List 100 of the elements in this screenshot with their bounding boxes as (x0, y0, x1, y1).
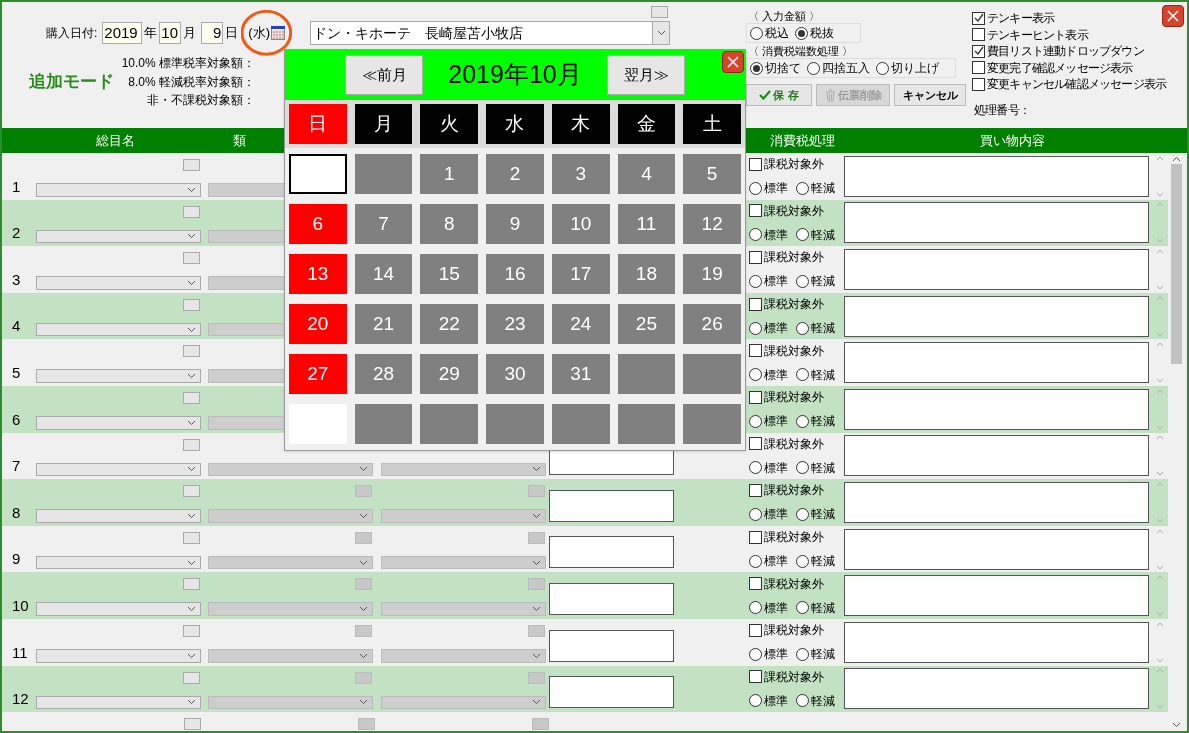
calendar-day[interactable]: 11 (617, 204, 676, 244)
checkbox[interactable] (972, 77, 985, 91)
radio-button[interactable] (795, 694, 809, 708)
radio-button[interactable] (750, 26, 763, 40)
radio-button[interactable] (748, 414, 762, 428)
radio-button[interactable] (748, 275, 762, 288)
radio-button[interactable] (795, 181, 809, 195)
purchase-content-field[interactable] (844, 388, 1149, 430)
scroll-up-icon[interactable] (1172, 156, 1181, 162)
radio-button[interactable] (795, 461, 809, 475)
scrollbar-thumb[interactable] (1171, 164, 1182, 364)
radio-button[interactable] (795, 507, 809, 521)
next-month-button[interactable]: 翌月≫ (607, 55, 685, 95)
radio-button[interactable] (795, 647, 809, 661)
checkbox[interactable] (748, 623, 762, 637)
purchase-content-field[interactable] (844, 668, 1149, 710)
calendar-day[interactable]: 14 (354, 254, 413, 294)
amount-field[interactable] (549, 489, 675, 522)
store-combobox[interactable]: ドン・キホーテ 長崎屋苫小牧店 (310, 21, 670, 45)
year-field[interactable]: 2019 (102, 22, 143, 44)
calendar-day[interactable]: 13 (289, 254, 347, 294)
radio-button[interactable] (748, 601, 762, 615)
radio-button[interactable] (748, 507, 762, 521)
cancel-button[interactable]: キャンセル (894, 84, 966, 106)
calendar-day[interactable]: 6 (289, 204, 347, 244)
radio-button[interactable] (748, 461, 762, 475)
calendar-day[interactable]: 10 (551, 204, 610, 244)
purchase-content-field[interactable] (844, 481, 1149, 523)
calendar-day[interactable]: 2 (486, 154, 544, 194)
checkbox[interactable] (972, 28, 985, 42)
radio-button[interactable] (795, 554, 809, 568)
calendar-day[interactable]: 15 (420, 254, 479, 294)
calendar-day[interactable]: 4 (617, 154, 676, 194)
purchase-content-field[interactable] (844, 249, 1149, 290)
calendar-day[interactable]: 12 (683, 204, 741, 244)
radio-button[interactable] (795, 601, 809, 615)
calendar-day[interactable]: 30 (486, 354, 544, 394)
calendar-day[interactable]: 26 (683, 304, 741, 344)
checkbox[interactable] (748, 437, 762, 451)
radio-button[interactable] (795, 26, 808, 40)
calendar-day[interactable]: 5 (683, 154, 741, 194)
calendar-day[interactable]: 27 (289, 354, 347, 394)
calendar-day[interactable]: 31 (551, 354, 610, 394)
radio-button[interactable] (750, 61, 763, 75)
calendar-day[interactable]: 8 (420, 204, 479, 244)
amount-field[interactable] (549, 582, 675, 615)
amount-field[interactable] (549, 629, 675, 662)
calendar-day[interactable]: 16 (486, 254, 544, 294)
radio-button[interactable] (795, 228, 809, 242)
amount-field[interactable] (549, 536, 675, 569)
save-button[interactable]: 保 存 (746, 84, 812, 106)
calendar-day[interactable]: 20 (289, 304, 347, 344)
radio-button[interactable] (748, 647, 762, 661)
calendar-day[interactable]: 9 (486, 204, 544, 244)
checkbox[interactable] (748, 483, 762, 497)
calendar-day[interactable]: 17 (551, 254, 610, 294)
purchase-content-field[interactable] (844, 295, 1149, 337)
calendar-day[interactable]: 22 (420, 304, 479, 344)
purchase-content-field[interactable] (844, 202, 1149, 244)
calendar-day[interactable]: 7 (354, 204, 413, 244)
checkbox[interactable] (972, 44, 985, 58)
purchase-content-field[interactable] (844, 435, 1149, 477)
checkbox[interactable] (748, 530, 762, 544)
radio-button[interactable] (795, 275, 809, 288)
calendar-day[interactable]: 3 (551, 154, 610, 194)
purchase-content-field[interactable] (844, 621, 1149, 663)
purchase-content-field[interactable] (844, 528, 1149, 570)
month-field[interactable]: 10 (159, 22, 182, 44)
calendar-day[interactable]: 18 (617, 254, 676, 294)
calendar-icon[interactable] (271, 26, 285, 40)
checkbox[interactable] (748, 297, 762, 311)
checkbox[interactable] (972, 61, 985, 75)
purchase-content-field[interactable] (844, 155, 1149, 197)
checkbox[interactable] (748, 390, 762, 404)
day-field[interactable]: 9 (201, 22, 224, 44)
radio-button[interactable] (748, 368, 762, 382)
calendar-day[interactable]: 21 (354, 304, 413, 344)
purchase-content-field[interactable] (844, 342, 1149, 384)
amount-field[interactable] (549, 676, 675, 709)
checkbox[interactable] (748, 204, 762, 218)
close-button[interactable] (722, 51, 744, 73)
calendar-day[interactable]: 29 (420, 354, 479, 394)
scroll-down-icon[interactable] (1172, 722, 1181, 728)
calendar-day[interactable]: 23 (486, 304, 544, 344)
radio-button[interactable] (795, 414, 809, 428)
purchase-content-field[interactable] (844, 575, 1149, 617)
checkbox[interactable] (748, 251, 762, 264)
radio-button[interactable] (795, 321, 809, 335)
radio-button[interactable] (748, 554, 762, 568)
calendar-day[interactable]: 19 (683, 254, 741, 294)
calendar-day[interactable]: 1 (420, 154, 479, 194)
checkbox[interactable] (748, 577, 762, 591)
radio-button[interactable] (748, 321, 762, 335)
radio-button[interactable] (748, 228, 762, 242)
checkbox[interactable] (748, 670, 762, 684)
checkbox[interactable] (972, 11, 985, 25)
radio-button[interactable] (748, 694, 762, 708)
calendar-day[interactable]: 28 (354, 354, 413, 394)
radio-button[interactable] (876, 61, 889, 75)
calendar-day[interactable]: 24 (551, 304, 610, 344)
